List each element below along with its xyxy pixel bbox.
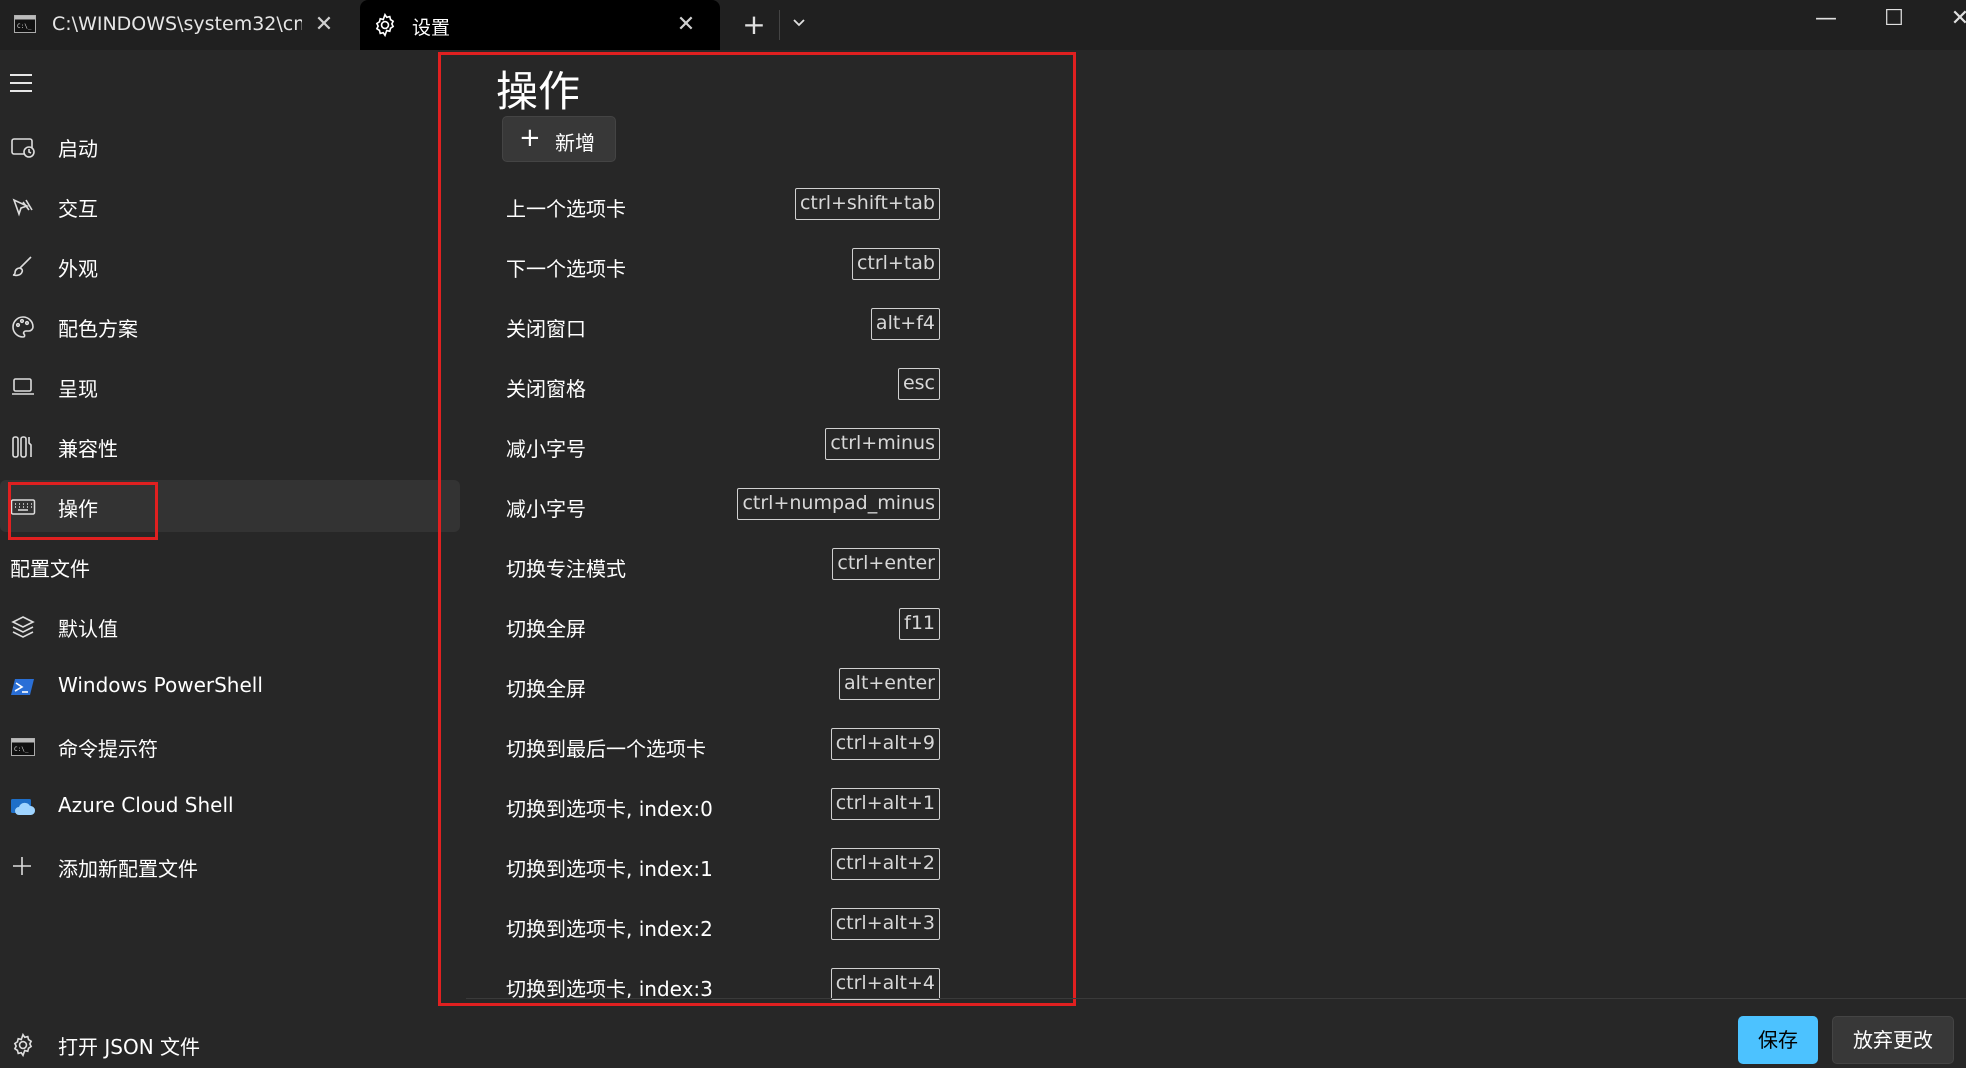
discard-changes-button[interactable]: 放弃更改 [1832,1016,1954,1064]
plus-icon [10,854,36,880]
cmd-icon: C:\_ [10,734,36,760]
sidebar-item-interaction[interactable]: 交互 [0,180,460,232]
interaction-icon [10,194,36,220]
svg-text:C:\_: C:\_ [14,746,29,753]
save-button[interactable]: 保存 [1738,1016,1818,1064]
sidebar-item-label: 打开 JSON 文件 [58,1035,201,1059]
appearance-brush-icon [10,254,36,280]
sidebar-item-label: 交互 [58,197,98,221]
tab-cmd[interactable]: C:\_ C:\WINDOWS\system32\cmd.e ✕ [0,0,358,50]
window-close-button[interactable]: ✕ [1940,6,1966,36]
tab-settings[interactable]: 设置 ✕ [360,0,720,50]
hamburger-menu-icon[interactable] [10,74,34,94]
sidebar-item-defaults[interactable]: 默认值 [0,600,460,652]
sidebar-item-add-profile[interactable]: 添加新配置文件 [0,840,460,892]
gear-icon [10,1032,36,1058]
sidebar-item-startup[interactable]: 启动 [0,120,460,172]
palette-icon [10,314,36,340]
sidebar-item-label: 默认值 [58,617,118,641]
sidebar-item-label: 配色方案 [58,317,138,341]
maximize-button[interactable]: ☐ [1874,6,1914,36]
powershell-icon [10,674,36,700]
close-icon[interactable]: ✕ [674,12,698,37]
footer-divider [466,998,1966,999]
new-tab-button[interactable]: + [738,8,770,41]
sidebar-item-label: 呈现 [58,377,98,401]
sidebar-item-label: 外观 [58,257,98,281]
sidebar-item-label: Windows PowerShell [58,673,263,697]
compatibility-tools-icon [10,434,36,460]
sidebar-item-appearance[interactable]: 外观 [0,240,460,292]
rendering-laptop-icon [10,374,36,400]
sidebar-item-rendering[interactable]: 呈现 [0,360,460,412]
tab-title: 设置 [412,17,451,39]
close-icon[interactable]: ✕ [312,12,336,37]
tab-title: C:\WINDOWS\system32\cmd.e [52,13,302,35]
sidebar-item-label: 启动 [58,137,98,161]
sidebar-item-label: 添加新配置文件 [58,857,198,881]
sidebar-item-label: 命令提示符 [58,737,158,761]
profiles-header: 配置文件 [10,557,90,581]
chevron-down-icon[interactable] [786,10,812,36]
sidebar-item-label: Azure Cloud Shell [58,793,234,817]
gear-icon [372,12,398,43]
sidebar-item-compatibility[interactable]: 兼容性 [0,420,460,472]
startup-icon [10,134,36,160]
azure-cloud-icon [10,794,36,820]
minimize-button[interactable]: — [1806,6,1846,36]
cmd-icon: C:\_ [14,15,36,38]
sidebar: 启动 交互 外观 配色方案 呈现 兼容性 操作 配置文件 默认值 Windows… [0,50,466,1068]
tab-separator [779,10,780,40]
sidebar-item-azure-cloud-shell[interactable]: Azure Cloud Shell [0,780,460,832]
sidebar-item-powershell[interactable]: Windows PowerShell [0,660,460,712]
sidebar-item-color-schemes[interactable]: 配色方案 [0,300,460,352]
sidebar-item-command-prompt[interactable]: C:\_ 命令提示符 [0,720,460,772]
open-json-file-button[interactable]: 打开 JSON 文件 [0,1018,460,1068]
svg-text:C:\_: C:\_ [17,23,32,30]
highlight-box [8,482,158,540]
layers-icon [10,614,36,640]
highlight-box [438,52,1076,1006]
sidebar-item-label: 兼容性 [58,437,118,461]
title-bar: C:\_ C:\WINDOWS\system32\cmd.e ✕ 设置 ✕ + … [0,0,1966,50]
